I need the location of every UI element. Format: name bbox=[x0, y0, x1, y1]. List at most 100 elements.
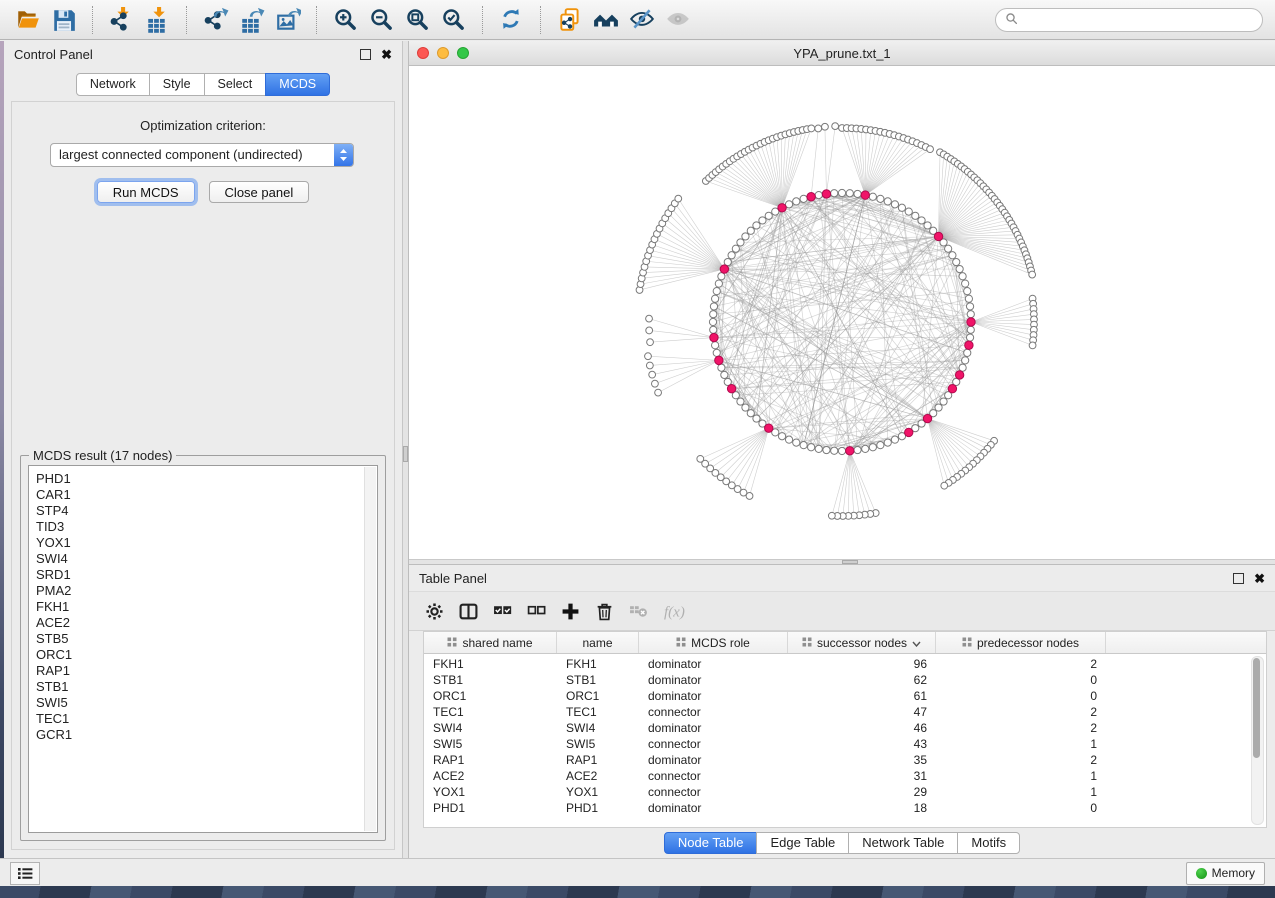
network-node[interactable] bbox=[765, 212, 772, 219]
network-node[interactable] bbox=[753, 415, 760, 422]
close-table-panel-icon[interactable]: ✖ bbox=[1254, 572, 1265, 585]
tab-mcds[interactable]: MCDS bbox=[265, 73, 330, 96]
export-table-icon[interactable] bbox=[236, 4, 268, 36]
network-node[interactable] bbox=[884, 198, 891, 205]
column-header-name[interactable]: name bbox=[557, 632, 639, 653]
mcds-result-item[interactable]: PHD1 bbox=[36, 471, 363, 487]
close-panel-icon[interactable]: ✖ bbox=[381, 48, 392, 61]
network-node[interactable] bbox=[965, 295, 972, 302]
network-node[interactable] bbox=[884, 439, 891, 446]
network-dominator-node[interactable] bbox=[965, 341, 973, 349]
network-node[interactable] bbox=[718, 364, 725, 371]
network-node[interactable] bbox=[815, 192, 822, 199]
network-node[interactable] bbox=[846, 190, 853, 197]
network-node[interactable] bbox=[959, 273, 966, 280]
network-node[interactable] bbox=[869, 193, 876, 200]
network-dominator-node[interactable] bbox=[727, 385, 735, 393]
network-leaf-node[interactable] bbox=[675, 195, 682, 202]
hide-selected-icon[interactable] bbox=[626, 4, 658, 36]
mcds-result-item[interactable]: GCR1 bbox=[36, 727, 363, 743]
network-node[interactable] bbox=[831, 190, 838, 197]
network-node[interactable] bbox=[747, 227, 754, 234]
network-node[interactable] bbox=[945, 245, 952, 252]
delete-row-icon[interactable] bbox=[595, 602, 614, 621]
table-row[interactable]: RAP1RAP1dominator352 bbox=[424, 752, 1266, 768]
add-row-icon[interactable] bbox=[561, 602, 580, 621]
network-node[interactable] bbox=[718, 273, 725, 280]
import-table-icon[interactable] bbox=[142, 4, 174, 36]
network-leaf-node[interactable] bbox=[647, 339, 654, 346]
table-row[interactable]: TEC1TEC1connector472 bbox=[424, 704, 1266, 720]
vertical-splitter[interactable] bbox=[402, 41, 409, 858]
network-node[interactable] bbox=[966, 334, 973, 341]
deselect-all-icon[interactable] bbox=[527, 602, 546, 621]
table-row[interactable]: ACE2ACE2connector311 bbox=[424, 768, 1266, 784]
network-dominator-node[interactable] bbox=[846, 447, 854, 455]
zoom-fit-icon[interactable] bbox=[402, 4, 434, 36]
network-node[interactable] bbox=[713, 288, 720, 295]
table-row[interactable]: STB1STB1dominator620 bbox=[424, 672, 1266, 688]
network-node[interactable] bbox=[709, 318, 716, 325]
network-leaf-node[interactable] bbox=[649, 371, 656, 378]
mcds-result-item[interactable]: PMA2 bbox=[36, 583, 363, 599]
network-dominator-node[interactable] bbox=[948, 385, 956, 393]
network-node[interactable] bbox=[912, 212, 919, 219]
network-node[interactable] bbox=[710, 303, 717, 310]
network-node[interactable] bbox=[778, 433, 785, 440]
import-network-icon[interactable] bbox=[106, 4, 138, 36]
network-dominator-node[interactable] bbox=[822, 190, 830, 198]
network-node[interactable] bbox=[956, 265, 963, 272]
network-node[interactable] bbox=[785, 436, 792, 443]
table-row[interactable]: PHD1PHD1dominator180 bbox=[424, 800, 1266, 816]
network-dominator-node[interactable] bbox=[934, 232, 942, 240]
export-network-icon[interactable] bbox=[200, 4, 232, 36]
network-dominator-node[interactable] bbox=[923, 414, 931, 422]
network-node[interactable] bbox=[935, 404, 942, 411]
mcds-result-item[interactable]: TEC1 bbox=[36, 711, 363, 727]
mcds-result-item[interactable]: ORC1 bbox=[36, 647, 363, 663]
network-node[interactable] bbox=[721, 371, 728, 378]
task-history-button[interactable] bbox=[10, 862, 40, 885]
float-panel-icon[interactable] bbox=[360, 49, 371, 60]
network-node[interactable] bbox=[712, 342, 719, 349]
mcds-result-item[interactable]: FKH1 bbox=[36, 599, 363, 615]
open-file-icon[interactable] bbox=[12, 4, 44, 36]
table-row[interactable]: SWI5SWI5connector431 bbox=[424, 736, 1266, 752]
network-graph[interactable] bbox=[409, 66, 1275, 559]
network-node[interactable] bbox=[712, 295, 719, 302]
network-node[interactable] bbox=[940, 398, 947, 405]
network-dominator-node[interactable] bbox=[905, 428, 913, 436]
network-leaf-node[interactable] bbox=[645, 353, 652, 360]
mcds-result-item[interactable]: YOX1 bbox=[36, 535, 363, 551]
network-dominator-node[interactable] bbox=[765, 424, 773, 432]
search-box[interactable] bbox=[995, 8, 1263, 32]
network-leaf-node[interactable] bbox=[808, 125, 815, 132]
network-node[interactable] bbox=[905, 208, 912, 215]
network-node[interactable] bbox=[962, 357, 969, 364]
network-node[interactable] bbox=[898, 204, 905, 211]
table-scrollbar-thumb[interactable] bbox=[1253, 658, 1260, 758]
network-node[interactable] bbox=[924, 222, 931, 229]
first-neighbors-icon[interactable] bbox=[590, 4, 622, 36]
network-leaf-node[interactable] bbox=[941, 482, 948, 489]
tab-network[interactable]: Network bbox=[76, 73, 150, 96]
network-node[interactable] bbox=[966, 303, 973, 310]
network-node[interactable] bbox=[732, 245, 739, 252]
mcds-result-item[interactable]: TID3 bbox=[36, 519, 363, 535]
network-node[interactable] bbox=[713, 349, 720, 356]
mcds-result-item[interactable]: STB5 bbox=[36, 631, 363, 647]
mcds-result-item[interactable]: STP4 bbox=[36, 503, 363, 519]
mcds-result-item[interactable]: SWI5 bbox=[36, 695, 363, 711]
tab-network-table[interactable]: Network Table bbox=[848, 832, 958, 854]
network-node[interactable] bbox=[854, 190, 861, 197]
network-node[interactable] bbox=[949, 252, 956, 259]
tab-edge-table[interactable]: Edge Table bbox=[756, 832, 849, 854]
network-node[interactable] bbox=[877, 442, 884, 449]
mcds-result-item[interactable]: RAP1 bbox=[36, 663, 363, 679]
network-node[interactable] bbox=[831, 447, 838, 454]
new-network-from-selection-icon[interactable] bbox=[554, 4, 586, 36]
network-node[interactable] bbox=[710, 311, 717, 318]
network-leaf-node[interactable] bbox=[697, 455, 704, 462]
network-node[interactable] bbox=[747, 410, 754, 417]
network-node[interactable] bbox=[891, 436, 898, 443]
